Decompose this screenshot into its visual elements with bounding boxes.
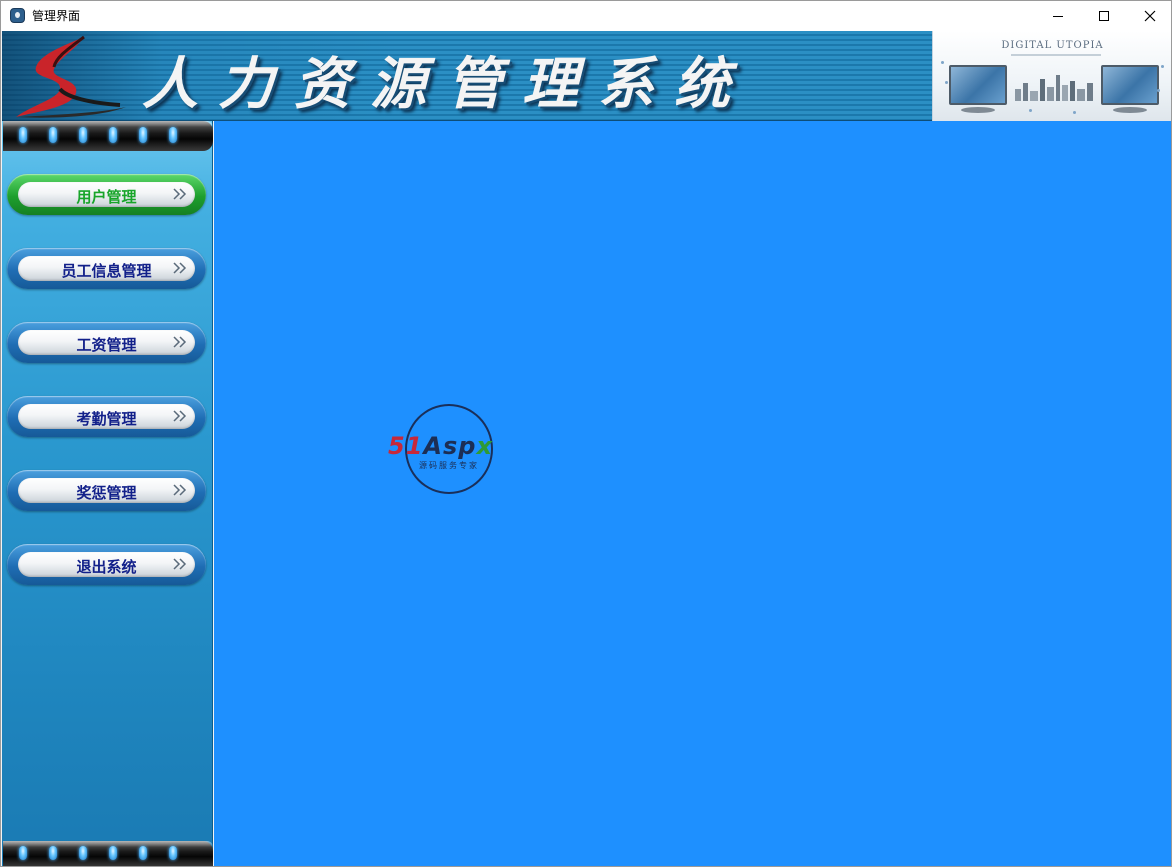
decor-dot bbox=[1157, 89, 1160, 92]
maximize-button[interactable] bbox=[1081, 1, 1127, 31]
led-icon bbox=[19, 846, 27, 860]
minimize-button[interactable] bbox=[1035, 1, 1081, 31]
app-window: 管理界面 人力资源管理系统 DIGITAL UTOPIA 用户管理 员工信息管理… bbox=[0, 0, 1172, 867]
double-chevron-right-icon bbox=[173, 262, 187, 274]
monitor-right-image bbox=[1101, 65, 1159, 105]
art-caption: DIGITAL UTOPIA bbox=[1001, 40, 1104, 51]
menu-pill: 员工信息管理 bbox=[18, 256, 195, 281]
led-icon bbox=[169, 846, 177, 860]
sidebar-item-label: 工资管理 bbox=[76, 336, 137, 354]
city-skyline-image bbox=[1015, 75, 1093, 101]
double-chevron-right-icon bbox=[173, 188, 187, 200]
led-icon bbox=[79, 846, 87, 860]
close-icon bbox=[1144, 10, 1156, 22]
led-icon bbox=[49, 127, 57, 143]
decor-dot bbox=[945, 81, 948, 84]
sidebar-top-cap bbox=[3, 121, 213, 151]
sidebar-item-attendance-management[interactable]: 考勤管理 bbox=[7, 396, 206, 437]
decor-dot bbox=[1073, 111, 1076, 114]
led-icon bbox=[169, 127, 177, 143]
watermark-x: x bbox=[476, 432, 493, 460]
decor-dot bbox=[941, 61, 944, 64]
sidebar-item-label: 退出系统 bbox=[76, 558, 137, 576]
sidebar-item-user-management[interactable]: 用户管理 bbox=[7, 174, 206, 215]
monitor-left-image bbox=[949, 65, 1007, 105]
double-chevron-right-icon bbox=[173, 484, 187, 496]
double-chevron-right-icon bbox=[173, 558, 187, 570]
banner-artwork: DIGITAL UTOPIA bbox=[932, 31, 1171, 121]
title-bar[interactable]: 管理界面 bbox=[1, 1, 1171, 31]
menu-pill: 工资管理 bbox=[18, 330, 195, 355]
menu-pill: 用户管理 bbox=[18, 182, 195, 207]
window-title: 管理界面 bbox=[32, 9, 81, 23]
decor-dot bbox=[1161, 65, 1164, 68]
sidebar-bottom-cap bbox=[3, 841, 213, 866]
led-icon bbox=[19, 127, 27, 143]
led-icon bbox=[139, 127, 147, 143]
sidebar-menu: 用户管理 员工信息管理 工资管理 考勤管理 奖惩管理 退出系统 bbox=[2, 121, 213, 866]
monitor-right-stand bbox=[1113, 107, 1147, 113]
double-chevron-right-icon bbox=[173, 410, 187, 422]
monitor-left-stand bbox=[961, 107, 995, 113]
app-icon bbox=[10, 8, 25, 23]
header-banner: 人力资源管理系统 DIGITAL UTOPIA bbox=[2, 31, 1171, 121]
sidebar-item-exit-system[interactable]: 退出系统 bbox=[7, 544, 206, 585]
menu-pill: 考勤管理 bbox=[18, 404, 195, 429]
watermark-subtitle: 源码服务专家 bbox=[419, 461, 479, 470]
led-icon bbox=[109, 127, 117, 143]
swirl-s-logo-icon bbox=[16, 35, 126, 118]
sidebar-item-label: 员工信息管理 bbox=[61, 262, 152, 280]
led-icon bbox=[109, 846, 117, 860]
main-content-area: 51Aspx 源码服务专家 bbox=[214, 121, 1171, 866]
sidebar-item-employee-info-management[interactable]: 员工信息管理 bbox=[7, 248, 206, 289]
watermark-logo: 51Aspx 源码服务专家 bbox=[386, 401, 512, 497]
decor-dot bbox=[1029, 109, 1032, 112]
sidebar-item-salary-management[interactable]: 工资管理 bbox=[7, 322, 206, 363]
led-icon bbox=[49, 846, 57, 860]
menu-pill: 退出系统 bbox=[18, 552, 195, 577]
art-divider bbox=[1011, 54, 1101, 56]
led-icon bbox=[79, 127, 87, 143]
sidebar-item-label: 考勤管理 bbox=[76, 410, 137, 428]
led-icon bbox=[139, 846, 147, 860]
system-title: 人力资源管理系统 bbox=[142, 51, 750, 117]
menu-pill: 奖惩管理 bbox=[18, 478, 195, 503]
sidebar-item-label: 奖惩管理 bbox=[76, 484, 137, 502]
sidebar-item-label: 用户管理 bbox=[76, 188, 137, 206]
maximize-icon bbox=[1099, 11, 1109, 21]
watermark-51: 51 bbox=[388, 432, 424, 460]
watermark-text: 51Aspx bbox=[388, 432, 493, 460]
watermark-asp: Asp bbox=[423, 432, 477, 460]
close-button[interactable] bbox=[1127, 1, 1171, 31]
sidebar-item-reward-penalty-management[interactable]: 奖惩管理 bbox=[7, 470, 206, 511]
double-chevron-right-icon bbox=[173, 336, 187, 348]
minimize-icon bbox=[1053, 15, 1063, 17]
